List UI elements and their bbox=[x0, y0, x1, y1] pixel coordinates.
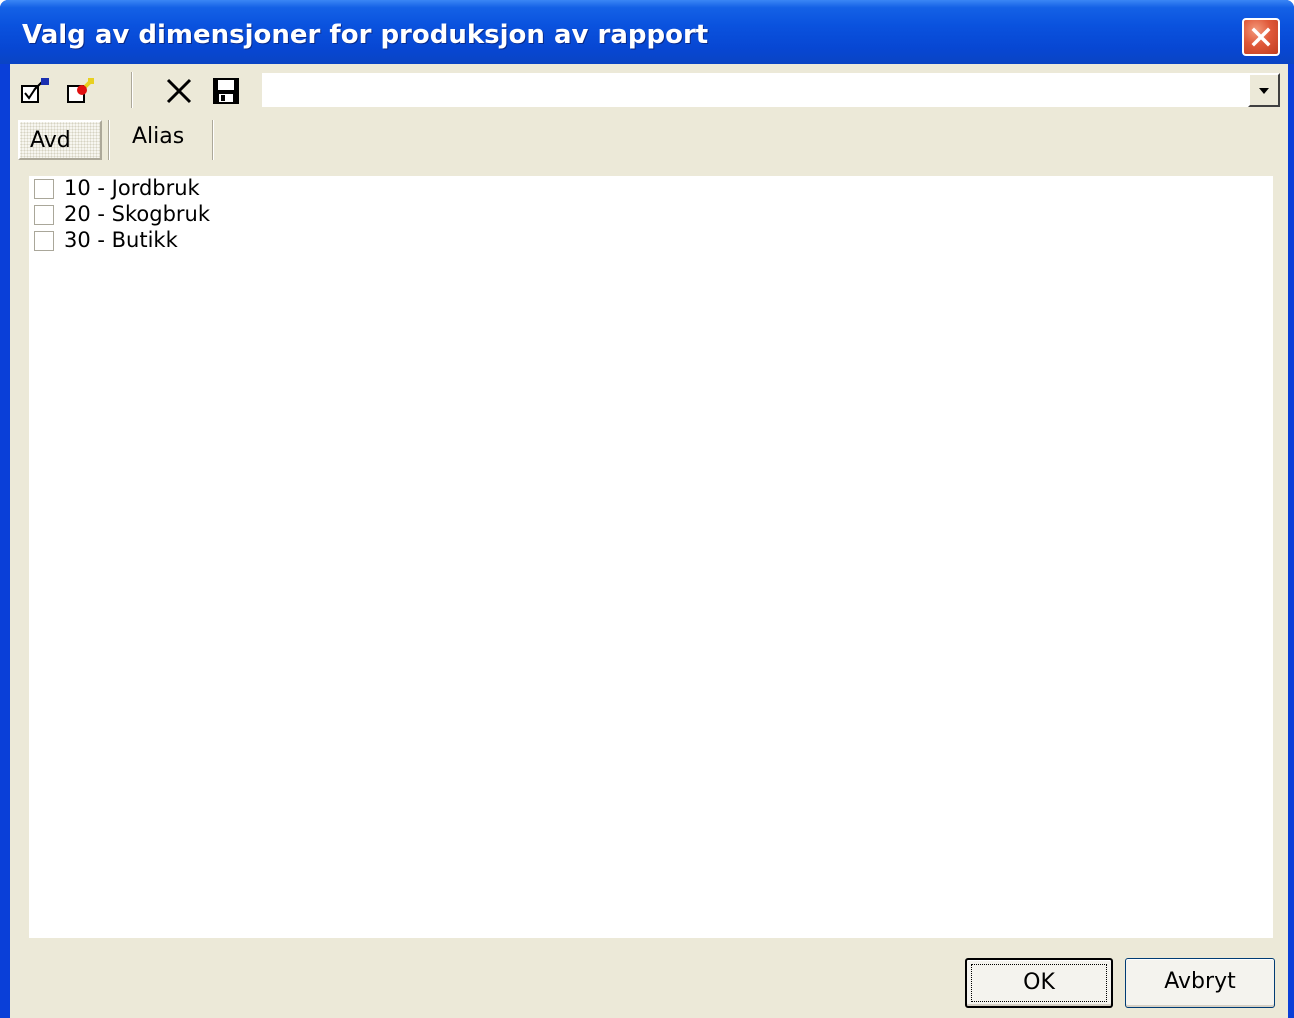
tab-alias-label: Alias bbox=[132, 124, 185, 149]
chevron-down-icon bbox=[1259, 88, 1269, 94]
selection-combobox[interactable] bbox=[262, 73, 1280, 107]
save-button[interactable] bbox=[211, 76, 243, 106]
tab-avd[interactable]: Avd bbox=[18, 120, 102, 160]
tab-divider bbox=[212, 120, 214, 160]
select-all-icon bbox=[21, 78, 49, 103]
close-icon bbox=[1251, 27, 1271, 47]
cancel-button-label: Avbryt bbox=[1164, 969, 1236, 994]
toolbar-separator bbox=[131, 72, 133, 108]
tab-alias[interactable]: Alias bbox=[110, 120, 216, 160]
dialog-window: Valg av dimensjoner for produksjon av ra… bbox=[0, 0, 1294, 1018]
dialog-client: Avd Alias 10 - Jordbruk 20 - Skogbruk 30… bbox=[10, 64, 1288, 1018]
close-button[interactable] bbox=[1242, 18, 1280, 56]
delete-icon bbox=[166, 78, 192, 104]
focus-rectangle bbox=[971, 964, 1107, 1002]
title-bar[interactable]: Valg av dimensjoner for produksjon av ra… bbox=[0, 0, 1294, 64]
list-item-checkbox[interactable] bbox=[34, 231, 54, 251]
window-title: Valg av dimensjoner for produksjon av ra… bbox=[22, 20, 709, 50]
combo-dropdown-button[interactable] bbox=[1248, 73, 1280, 107]
select-all-button[interactable] bbox=[20, 76, 52, 106]
list-item-checkbox[interactable] bbox=[34, 179, 54, 199]
list-item-label: 20 - Skogbruk bbox=[64, 202, 211, 226]
cancel-button[interactable]: Avbryt bbox=[1125, 958, 1275, 1008]
list-item-checkbox[interactable] bbox=[34, 205, 54, 225]
delete-button[interactable] bbox=[163, 76, 195, 106]
deselect-all-button[interactable] bbox=[66, 76, 98, 106]
list-item-label: 30 - Butikk bbox=[64, 228, 178, 252]
save-icon bbox=[213, 78, 239, 104]
tab-avd-label: Avd bbox=[30, 128, 71, 153]
ok-button[interactable]: OK bbox=[965, 958, 1113, 1008]
deselect-all-icon bbox=[67, 78, 94, 103]
combo-input[interactable] bbox=[262, 73, 1246, 107]
dimension-list: 10 - Jordbruk 20 - Skogbruk 30 - Butikk bbox=[29, 176, 1273, 938]
list-item-label: 10 - Jordbruk bbox=[64, 176, 200, 200]
